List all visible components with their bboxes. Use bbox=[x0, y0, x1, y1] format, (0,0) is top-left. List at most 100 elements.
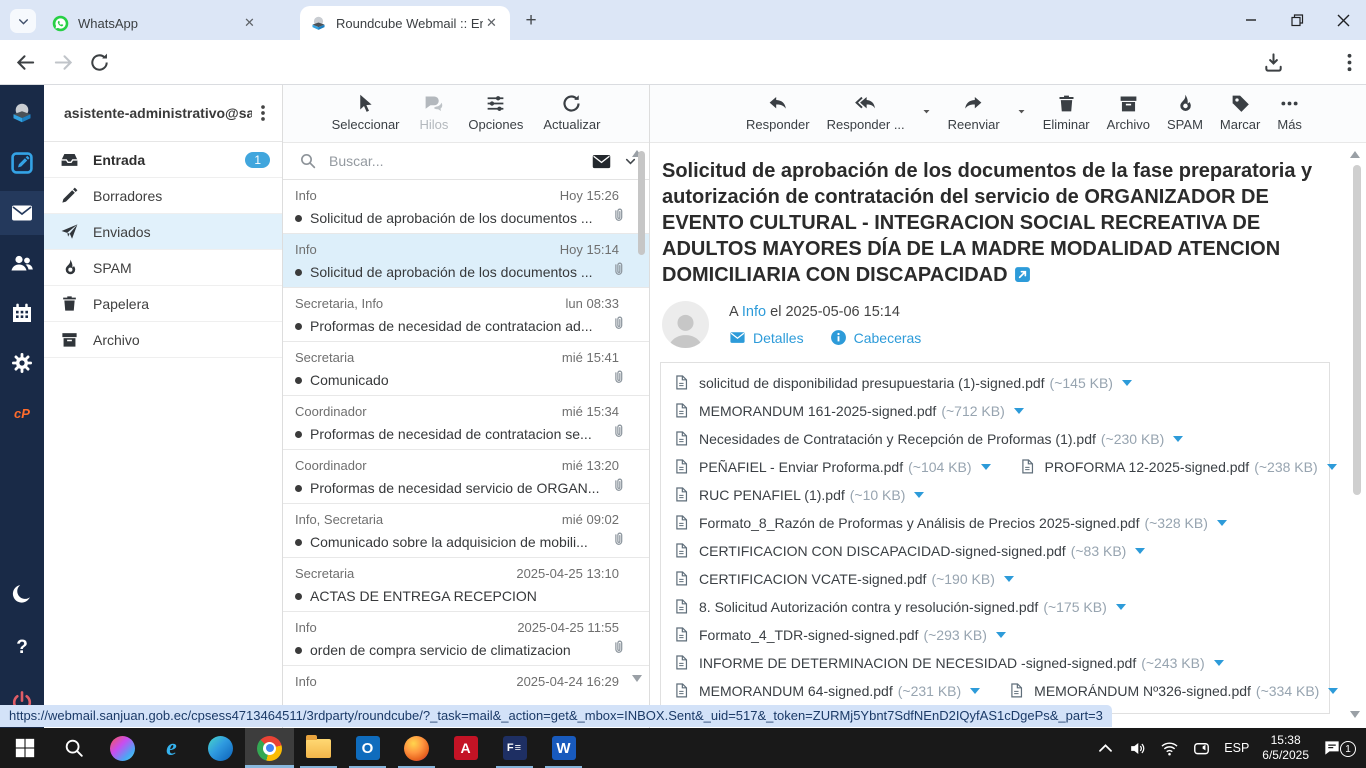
attachment-link[interactable]: CERTIFICACION VCATE-signed.pdf(~190 KB) bbox=[673, 570, 1014, 589]
attachment-name[interactable]: MEMORANDUM 161-2025-signed.pdf bbox=[699, 403, 936, 419]
tray-language[interactable]: ESP bbox=[1224, 741, 1249, 755]
attachment-menu-caret-icon[interactable] bbox=[1014, 408, 1024, 414]
taskbar-file-explorer-icon[interactable] bbox=[294, 728, 343, 768]
msg-responder-button[interactable]: Responder ... bbox=[827, 93, 905, 132]
attachment-name[interactable]: Necesidades de Contratación y Recepción … bbox=[699, 431, 1096, 447]
reading-scroll-up-icon[interactable] bbox=[1350, 151, 1360, 158]
attachment-link[interactable]: RUC PENAFIEL (1).pdf(~10 KB) bbox=[673, 486, 924, 505]
attachment-link[interactable]: Necesidades de Contratación y Recepción … bbox=[673, 430, 1183, 449]
dark-mode-moon-icon[interactable] bbox=[0, 572, 44, 616]
reload-button[interactable] bbox=[88, 51, 111, 74]
sidebar-folder-archivo[interactable]: Archivo bbox=[44, 322, 282, 358]
taskbar-search-icon[interactable] bbox=[49, 728, 98, 768]
msg-spam-button[interactable]: SPAM bbox=[1167, 93, 1203, 132]
sidebar-folder-borradores[interactable]: Borradores bbox=[44, 178, 282, 214]
msg-marcar-button[interactable]: Marcar bbox=[1220, 93, 1260, 132]
dropdown-caret-icon[interactable] bbox=[922, 107, 931, 116]
calendar-icon[interactable] bbox=[0, 291, 44, 335]
message-list-item[interactable]: Info2025-04-25 11:55orden de compra serv… bbox=[283, 612, 649, 666]
list-seleccionar-button[interactable]: Seleccionar bbox=[332, 93, 400, 132]
attachment-menu-caret-icon[interactable] bbox=[1135, 548, 1145, 554]
attachment-menu-caret-icon[interactable] bbox=[1004, 576, 1014, 582]
attachment-name[interactable]: INFORME DE DETERMINACION DE NECESIDAD -s… bbox=[699, 655, 1136, 671]
message-list-item[interactable]: Secretariamié 15:41Comunicado bbox=[283, 342, 649, 396]
wifi-icon[interactable] bbox=[1160, 739, 1179, 758]
taskbar-f-app-icon[interactable]: F≡ bbox=[490, 728, 539, 768]
msg-responder-button[interactable]: Responder bbox=[746, 93, 810, 132]
msg-archivo-button[interactable]: Archivo bbox=[1107, 93, 1150, 132]
attachment-link[interactable]: INFORME DE DETERMINACION DE NECESIDAD -s… bbox=[673, 654, 1224, 673]
compose-icon[interactable] bbox=[0, 141, 44, 185]
taskbar-firefox-icon[interactable] bbox=[392, 728, 441, 768]
attachment-menu-caret-icon[interactable] bbox=[970, 688, 980, 694]
back-button[interactable] bbox=[14, 51, 37, 74]
search-input[interactable]: Buscar... bbox=[329, 153, 591, 169]
attachment-menu-caret-icon[interactable] bbox=[996, 632, 1006, 638]
message-list-item[interactable]: InfoHoy 15:26Solicitud de aprobación de … bbox=[283, 180, 649, 234]
volume-icon[interactable] bbox=[1128, 739, 1147, 758]
message-list-item[interactable]: InfoHoy 15:14Solicitud de aprobación de … bbox=[283, 234, 649, 288]
attachment-name[interactable]: Formato_8_Razón de Proformas y Análisis … bbox=[699, 515, 1139, 531]
sidebar-folder-spam[interactable]: SPAM bbox=[44, 250, 282, 286]
message-list-item[interactable]: Secretaria, Infolun 08:33Proformas de ne… bbox=[283, 288, 649, 342]
attachment-link[interactable]: PEÑAFIEL - Enviar Proforma.pdf(~104 KB) bbox=[673, 458, 991, 477]
recipient-link[interactable]: Info bbox=[742, 304, 766, 320]
headers-toggle[interactable]: Cabeceras bbox=[830, 329, 922, 346]
attachment-link[interactable]: CERTIFICACION CON DISCAPACIDAD-signed-si… bbox=[673, 542, 1145, 561]
taskbar-internet-explorer-icon[interactable]: e bbox=[147, 728, 196, 768]
contacts-icon[interactable] bbox=[0, 241, 44, 285]
taskbar-edge-icon[interactable] bbox=[196, 728, 245, 768]
sidebar-folder-enviados[interactable]: Enviados bbox=[44, 214, 282, 250]
tray-clock[interactable]: 15:38 6/5/2025 bbox=[1262, 733, 1309, 763]
window-close-button[interactable] bbox=[1320, 0, 1366, 40]
tab-whatsapp[interactable]: WhatsApp ✕ bbox=[42, 6, 268, 40]
message-list-item[interactable]: Coordinadormié 15:34Proformas de necesid… bbox=[283, 396, 649, 450]
sidebar-folder-papelera[interactable]: Papelera bbox=[44, 286, 282, 322]
attachment-name[interactable]: RUC PENAFIEL (1).pdf bbox=[699, 487, 845, 503]
attachment-name[interactable]: PEÑAFIEL - Enviar Proforma.pdf bbox=[699, 459, 903, 475]
list-opciones-button[interactable]: Opciones bbox=[468, 93, 523, 132]
list-scrollbar-thumb[interactable] bbox=[638, 151, 645, 255]
attachment-name[interactable]: Formato_4_TDR-signed-signed.pdf bbox=[699, 627, 918, 643]
taskbar-word-icon[interactable]: W bbox=[539, 728, 588, 768]
details-toggle[interactable]: Detalles bbox=[729, 329, 804, 346]
attachment-link[interactable]: MEMORANDUM 64-signed.pdf(~231 KB) bbox=[673, 682, 980, 701]
close-tab-icon[interactable]: ✕ bbox=[241, 15, 258, 32]
search-bar[interactable]: Buscar... bbox=[283, 143, 649, 180]
msg-eliminar-button[interactable]: Eliminar bbox=[1043, 93, 1090, 132]
attachment-name[interactable]: 8. Solicitud Autorización contra y resol… bbox=[699, 599, 1038, 615]
window-minimize-button[interactable] bbox=[1228, 0, 1274, 40]
attachment-link[interactable]: Formato_8_Razón de Proformas y Análisis … bbox=[673, 514, 1227, 533]
attachment-menu-caret-icon[interactable] bbox=[1217, 520, 1227, 526]
attachment-menu-caret-icon[interactable] bbox=[1214, 660, 1224, 666]
attachment-link[interactable]: MEMORANDUM 161-2025-signed.pdf(~712 KB) bbox=[673, 402, 1024, 421]
attachment-link[interactable]: Formato_4_TDR-signed-signed.pdf(~293 KB) bbox=[673, 626, 1006, 645]
new-tab-button[interactable]: + bbox=[521, 11, 541, 31]
roundcube-logo-icon[interactable] bbox=[0, 91, 44, 135]
attachment-link[interactable]: 8. Solicitud Autorización contra y resol… bbox=[673, 598, 1126, 617]
attachment-menu-caret-icon[interactable] bbox=[914, 492, 924, 498]
tab-roundcube[interactable]: Roundcube Webmail :: Enviados ✕ bbox=[300, 6, 510, 40]
open-in-new-window-icon[interactable] bbox=[1014, 266, 1031, 283]
attachment-menu-caret-icon[interactable] bbox=[1122, 380, 1132, 386]
attachment-link[interactable]: solicitud de disponibilidad presupuestar… bbox=[673, 374, 1132, 393]
attachment-link[interactable]: MEMORÁNDUM Nº326-signed.pdf(~334 KB) bbox=[1008, 682, 1338, 701]
message-list-item[interactable]: Secretaria2025-04-25 13:10ACTAS DE ENTRE… bbox=[283, 558, 649, 612]
forward-button[interactable] bbox=[52, 51, 75, 74]
message-list-item[interactable]: Info, Secretariamié 09:02Comunicado sobr… bbox=[283, 504, 649, 558]
tab-list-chevron-icon[interactable] bbox=[10, 9, 36, 33]
cpanel-icon[interactable]: cP bbox=[0, 391, 44, 435]
list-actualizar-button[interactable]: Actualizar bbox=[543, 93, 600, 132]
taskbar-acrobat-icon[interactable]: A bbox=[441, 728, 490, 768]
reading-scroll-down-icon[interactable] bbox=[1350, 711, 1360, 718]
meet-now-icon[interactable] bbox=[1192, 739, 1211, 758]
list-scroll-down-icon[interactable] bbox=[632, 675, 642, 682]
taskbar-chrome-icon[interactable] bbox=[245, 728, 294, 768]
help-icon[interactable]: ? bbox=[0, 626, 44, 670]
attachment-menu-caret-icon[interactable] bbox=[981, 464, 991, 470]
attachment-name[interactable]: PROFORMA 12-2025-signed.pdf bbox=[1045, 459, 1250, 475]
attachment-link[interactable]: PROFORMA 12-2025-signed.pdf(~238 KB) bbox=[1019, 458, 1337, 477]
downloads-icon[interactable] bbox=[1262, 51, 1285, 74]
taskbar-start-icon[interactable] bbox=[0, 728, 49, 768]
window-restore-button[interactable] bbox=[1274, 0, 1320, 40]
